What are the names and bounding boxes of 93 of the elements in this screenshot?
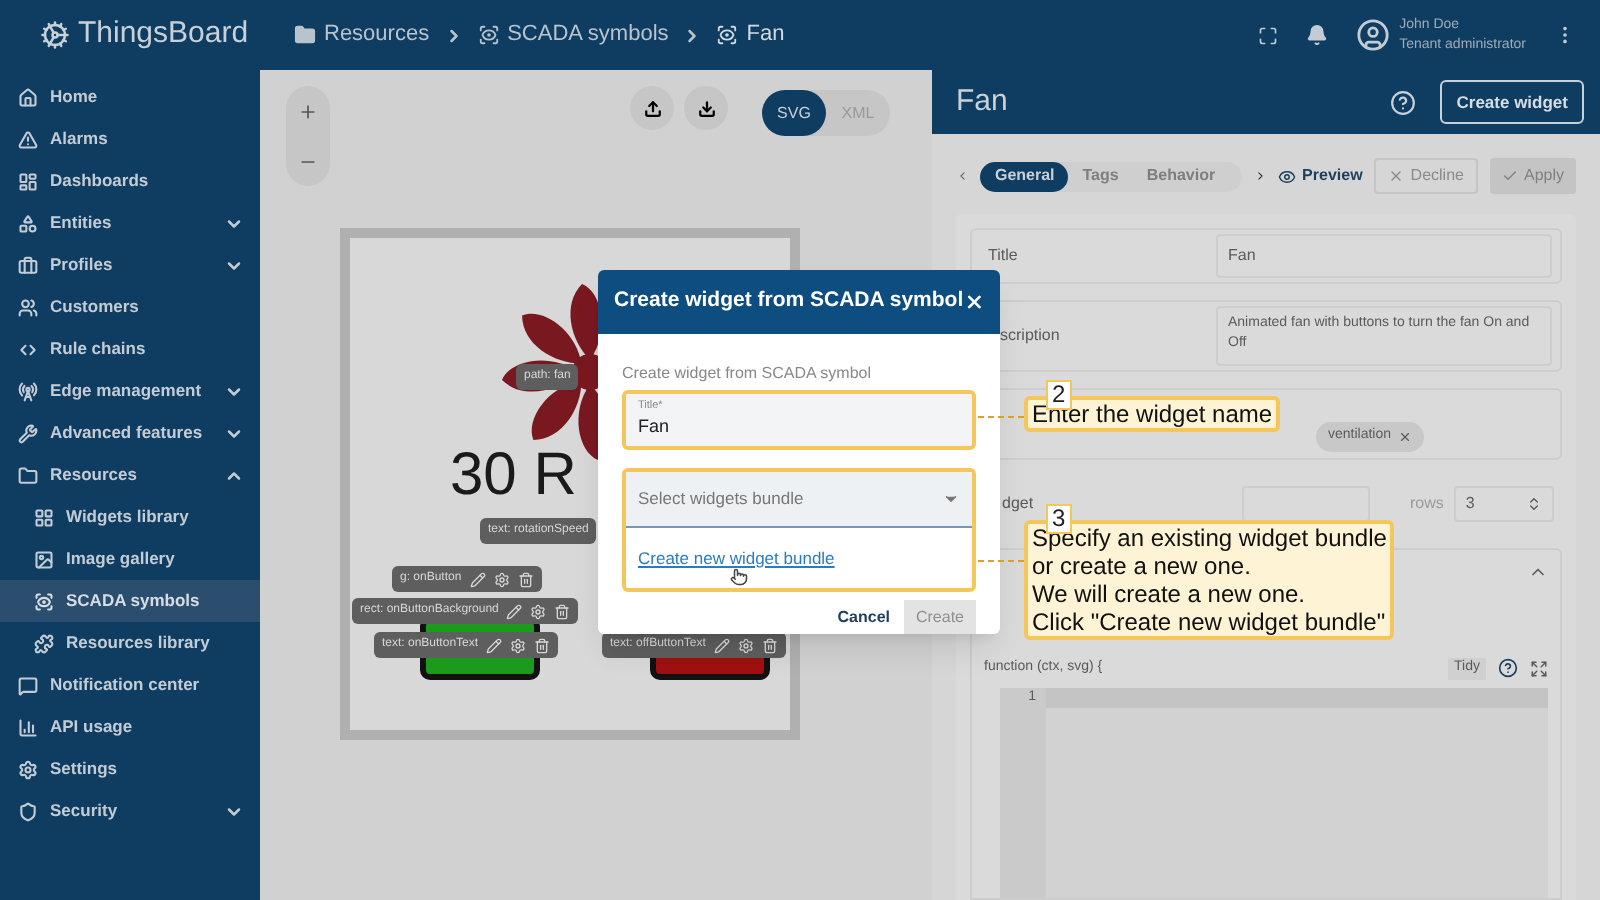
caret-icon	[942, 490, 960, 508]
sidebar-item[interactable]: Resources library	[0, 622, 260, 664]
delete-icon[interactable]	[534, 637, 551, 653]
folder-icon	[294, 24, 316, 46]
field-label: scription	[998, 324, 1062, 348]
hand-cursor-icon	[730, 568, 748, 586]
menu-item-icon	[18, 213, 38, 233]
settings-icon[interactable]	[493, 571, 510, 587]
menu-item-icon	[18, 801, 38, 821]
menu-item-icon	[18, 339, 38, 359]
sidebar-item[interactable]: Settings	[0, 748, 260, 790]
zoom-in-icon[interactable]	[298, 101, 318, 121]
sidebar-item[interactable]: Customers	[0, 286, 260, 328]
sidebar-item[interactable]: Image gallery	[0, 538, 260, 580]
menu-item-icon	[18, 423, 38, 443]
menu-item-icon	[34, 633, 54, 653]
breadcrumb[interactable]: SCADA symbols	[477, 18, 669, 52]
menu-item-icon	[34, 591, 54, 611]
sidebar-item[interactable]: Resources	[0, 454, 260, 496]
help-icon[interactable]	[1498, 658, 1518, 679]
settings-icon[interactable]	[510, 637, 527, 653]
settings-icon[interactable]	[530, 603, 547, 619]
sidebar-item[interactable]: Profiles	[0, 244, 260, 286]
upload-button[interactable]	[630, 86, 674, 130]
rows-input[interactable]: 3	[1453, 486, 1554, 522]
field-label: rows	[1410, 492, 1444, 516]
logo-text: ThingsBoard	[78, 14, 249, 55]
check-icon	[1501, 168, 1518, 184]
sidebar-item[interactable]: Rule chains	[0, 328, 260, 370]
tab[interactable]: General	[980, 161, 1069, 191]
panel-title: Fan	[956, 81, 1008, 122]
preview-button[interactable]: Preview	[1278, 164, 1363, 188]
create-bundle-link[interactable]: Create new widget bundle	[638, 545, 835, 571]
close-icon	[1388, 168, 1405, 184]
sidebar-item[interactable]: Notification center	[0, 664, 260, 706]
create-widget-button[interactable]: Create widget	[1440, 80, 1584, 124]
sidebar-item[interactable]: Security	[0, 790, 260, 832]
edit-icon[interactable]	[469, 571, 486, 587]
delete-icon[interactable]	[517, 571, 534, 587]
remove-icon[interactable]	[1397, 429, 1412, 443]
download-button[interactable]	[684, 86, 728, 130]
menu-item-icon	[18, 171, 38, 191]
breadcrumb[interactable]: Resources	[294, 18, 430, 52]
fullscreen-icon[interactable]	[1257, 25, 1278, 45]
menu-item-icon	[18, 675, 38, 695]
scan-icon	[477, 24, 500, 46]
sidebar-item[interactable]: Widgets library	[0, 496, 260, 538]
menu-item-icon	[18, 87, 38, 107]
dialog-subtitle: Create widget from SCADA symbol	[622, 362, 873, 386]
delete-icon[interactable]	[554, 603, 571, 619]
edit-icon[interactable]	[506, 603, 523, 619]
menu-item-icon	[18, 759, 38, 779]
sidebar-item[interactable]: API usage	[0, 706, 260, 748]
breadcrumb[interactable]: Fan	[716, 18, 785, 52]
sidebar-item[interactable]: Alarms	[0, 118, 260, 160]
close-icon[interactable]	[963, 290, 984, 314]
notifications-icon[interactable]	[1305, 24, 1328, 46]
fullscreen-icon[interactable]	[1530, 659, 1548, 678]
title-input[interactable]: Fan	[1216, 234, 1552, 278]
download-icon	[697, 99, 715, 117]
menu-item-icon	[18, 717, 38, 737]
field-label: dget	[1002, 492, 1036, 516]
menu-item-icon	[34, 549, 54, 569]
eye-icon	[1278, 167, 1297, 185]
menu-item-icon	[18, 381, 38, 401]
avatar-icon[interactable]	[1355, 18, 1390, 52]
settings-icon[interactable]	[737, 637, 754, 653]
upload-icon	[643, 99, 661, 117]
step-number: 2	[1046, 380, 1072, 410]
chevron-right-icon[interactable]	[1253, 166, 1267, 186]
spinner-icon[interactable]	[1526, 496, 1542, 512]
cancel-button[interactable]: Cancel	[837, 605, 890, 629]
menu-item-icon	[18, 297, 38, 317]
delete-icon[interactable]	[761, 637, 778, 653]
sidebar-item[interactable]: Edge management	[0, 370, 260, 412]
sidebar-item[interactable]: SCADA symbols	[0, 580, 260, 622]
edit-icon[interactable]	[713, 637, 730, 653]
mode-toggle[interactable]: SVG	[762, 90, 826, 136]
rotation-speed-text: 30 R	[450, 446, 577, 506]
sidebar-item[interactable]: Advanced features	[0, 412, 260, 454]
dialog-title: Create widget from SCADA symbol	[614, 286, 964, 317]
logo-icon	[40, 20, 70, 50]
sidebar-item[interactable]: Home	[0, 76, 260, 118]
menu-item-icon	[18, 255, 38, 275]
menu-item-icon	[18, 465, 38, 485]
field-label: Title	[988, 244, 1020, 268]
menu-item-icon	[34, 507, 54, 527]
bundle-select[interactable]: Select widgets bundle	[626, 472, 972, 528]
sidebar-item[interactable]: Dashboards	[0, 160, 260, 202]
scan-icon	[716, 24, 739, 46]
menu-item-icon	[18, 129, 38, 149]
edit-icon[interactable]	[486, 637, 503, 653]
sidebar-item[interactable]: Entities	[0, 202, 260, 244]
